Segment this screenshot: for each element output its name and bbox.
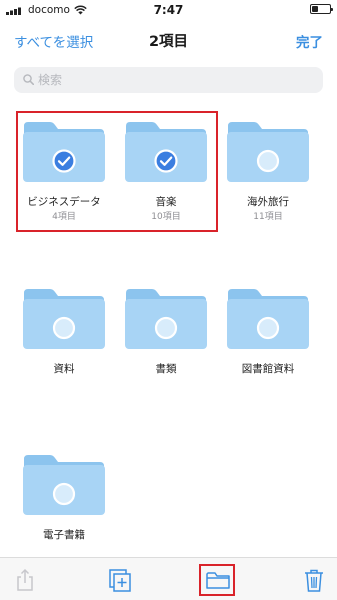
- bottom-toolbar: [0, 557, 337, 600]
- folder-name: 海外旅行: [247, 196, 289, 208]
- folder-name: ビジネスデータ: [27, 196, 101, 208]
- status-time: 7:47: [153, 3, 184, 17]
- folder-item[interactable]: 海外旅行 11項目: [218, 117, 318, 227]
- search-input[interactable]: [38, 71, 308, 89]
- search-bar[interactable]: [14, 67, 323, 93]
- folder-name: 資料: [53, 363, 75, 375]
- folder-item-selected[interactable]: ビジネスデータ 4項目: [14, 117, 114, 227]
- move-to-folder-button[interactable]: [205, 567, 231, 593]
- share-button[interactable]: [12, 567, 38, 593]
- folder-move-icon: [206, 572, 230, 589]
- battery-icon: [310, 4, 333, 14]
- folder-icon: [227, 289, 309, 349]
- duplicate-button[interactable]: [107, 567, 133, 593]
- folder-item-count: 11項目: [253, 212, 283, 222]
- folder-name: 図書館資料: [241, 363, 295, 375]
- done-button[interactable]: 完了: [296, 31, 323, 51]
- share-icon: [17, 568, 33, 591]
- folder-icon: [23, 289, 105, 349]
- folder-item[interactable]: 電子書籍: [14, 450, 114, 560]
- folder-name: 音楽: [155, 196, 177, 208]
- duplicate-icon: [109, 569, 131, 592]
- folder-item-count: 4項目: [52, 212, 76, 222]
- status-right: [310, 4, 333, 14]
- folder-name: 電子書籍: [43, 529, 85, 541]
- folder-icon: [125, 289, 207, 349]
- select-all-button[interactable]: すべてを選択: [14, 31, 93, 51]
- folder-icon: [23, 455, 105, 515]
- folder-item[interactable]: 図書館資料: [218, 284, 318, 394]
- folder-item-count: 10項目: [151, 212, 181, 222]
- search-icon: [23, 74, 34, 85]
- status-bar: docomo 7:47: [0, 0, 337, 20]
- trash-icon: [305, 569, 323, 592]
- navigation-bar: すべてを選択 2項目 完了: [0, 20, 337, 60]
- folder-name: 書類: [155, 363, 177, 375]
- folder-icon: [227, 122, 309, 182]
- folder-item[interactable]: 書類: [116, 284, 216, 394]
- delete-button[interactable]: [301, 567, 327, 593]
- folder-item[interactable]: 資料: [14, 284, 114, 394]
- folder-item-selected[interactable]: 音楽 10項目: [116, 117, 216, 227]
- folder-icon: [125, 122, 207, 182]
- folder-icon: [23, 122, 105, 182]
